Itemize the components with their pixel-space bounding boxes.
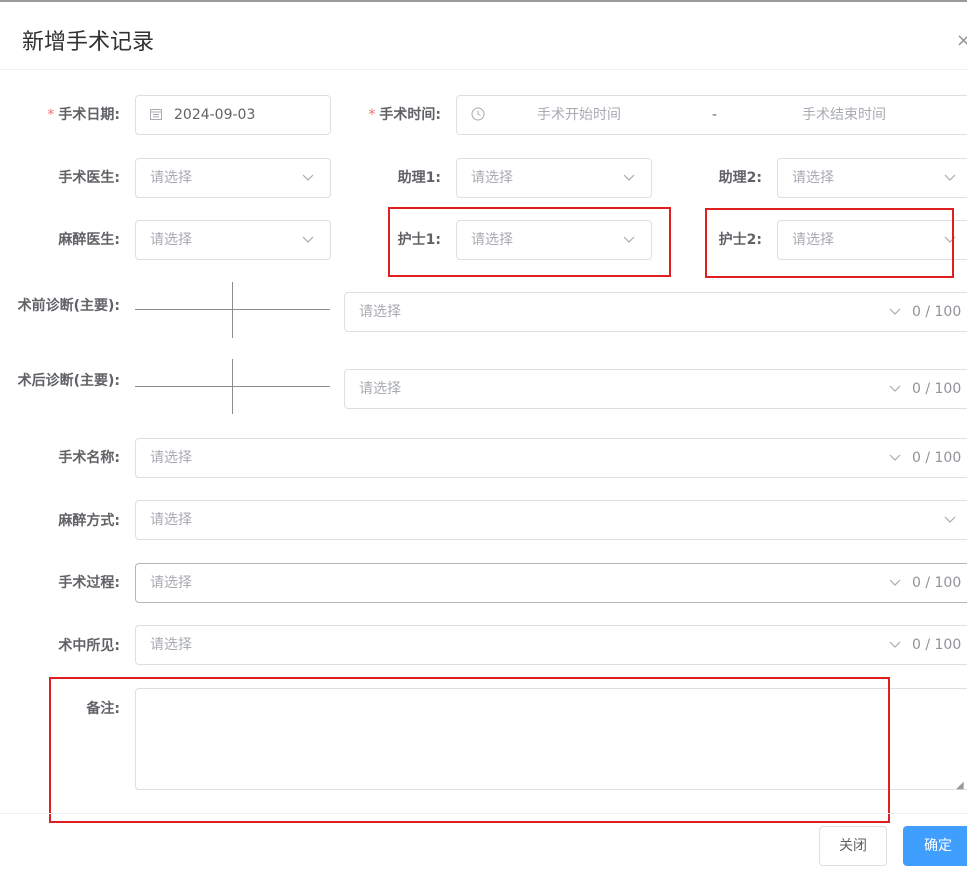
remarks-highlight-box	[49, 677, 890, 823]
surgery-process-select[interactable]: 请选择 0 / 100	[135, 563, 967, 603]
anesthesia-method-label: 麻醉方式:	[58, 513, 120, 529]
preop-diagnosis-select[interactable]: 请选择 0 / 100	[344, 292, 967, 332]
char-counter: 0 / 100	[912, 575, 962, 591]
postop-diagnosis-select[interactable]: 请选择 0 / 100	[344, 369, 967, 409]
surgery-name-select[interactable]: 请选择 0 / 100	[135, 438, 967, 478]
chevron-down-icon	[889, 293, 901, 331]
char-counter: 0 / 100	[912, 637, 962, 653]
surgery-time-label: * 手术时间:	[368, 107, 441, 123]
nurse1-highlight-box	[388, 207, 671, 277]
surgery-name-label: 手术名称:	[58, 450, 120, 466]
chevron-down-icon	[889, 564, 901, 602]
chevron-down-icon	[302, 159, 314, 197]
anesthetist-label: 麻醉医生:	[58, 232, 120, 248]
surgery-process-placeholder: 请选择	[150, 575, 192, 591]
intraop-findings-placeholder: 请选择	[150, 637, 192, 653]
assistant2-select[interactable]: 请选择	[777, 158, 967, 198]
char-counter: 0 / 100	[912, 304, 962, 320]
chevron-down-icon	[944, 159, 956, 197]
chevron-down-icon	[302, 221, 314, 259]
surgery-date-label: * 手术日期:	[47, 107, 120, 123]
empty-placeholder-divider	[232, 359, 233, 414]
surgery-process-label: 手术过程:	[58, 575, 120, 591]
confirm-button[interactable]: 确定	[903, 826, 967, 866]
close-icon[interactable]: ×	[956, 30, 967, 52]
postop-diagnosis-label: 术后诊断(主要):	[17, 373, 120, 389]
surgery-name-placeholder: 请选择	[150, 450, 192, 466]
surgeon-placeholder: 请选择	[150, 170, 192, 186]
clock-icon	[471, 96, 485, 134]
intraop-findings-label: 术中所见:	[58, 638, 120, 654]
anesthetist-select[interactable]: 请选择	[135, 220, 331, 260]
assistant1-label: 助理1:	[397, 170, 441, 186]
required-mark: *	[368, 107, 376, 123]
end-time-placeholder[interactable]: 手术结束时间	[802, 96, 886, 134]
char-counter: 0 / 100	[912, 381, 962, 397]
assistant2-label: 助理2:	[718, 170, 762, 186]
empty-placeholder-divider	[232, 282, 233, 338]
anesthesia-method-placeholder: 请选择	[150, 512, 192, 528]
time-separator: -	[712, 107, 718, 123]
preop-diagnosis-placeholder: 请选择	[359, 304, 401, 320]
chevron-down-icon	[889, 439, 901, 477]
assistant1-placeholder: 请选择	[471, 170, 513, 186]
surgery-date-picker[interactable]: 2024-09-03	[135, 95, 331, 135]
assistant1-select[interactable]: 请选择	[456, 158, 652, 198]
intraop-findings-select[interactable]: 请选择 0 / 100	[135, 625, 967, 665]
surgery-time-range[interactable]: 手术开始时间 - 手术结束时间	[456, 95, 967, 135]
footer-divider	[0, 813, 967, 814]
calendar-icon	[150, 96, 162, 134]
surgery-date-value: 2024-09-03	[174, 107, 256, 123]
chevron-down-icon	[889, 370, 901, 408]
start-time-placeholder[interactable]: 手术开始时间	[537, 96, 621, 134]
close-button[interactable]: 关闭	[819, 826, 887, 866]
surgeon-label: 手术医生:	[58, 170, 120, 186]
surgeon-select[interactable]: 请选择	[135, 158, 331, 198]
assistant2-placeholder: 请选择	[792, 170, 834, 186]
char-counter: 0 / 100	[912, 450, 962, 466]
nurse2-highlight-box	[705, 208, 954, 278]
required-mark: *	[47, 107, 55, 123]
top-border	[0, 0, 967, 2]
chevron-down-icon	[623, 159, 635, 197]
preop-diagnosis-label: 术前诊断(主要):	[17, 298, 120, 314]
header-divider	[0, 69, 967, 70]
resize-handle-icon[interactable]: ◢	[956, 780, 964, 791]
postop-diagnosis-placeholder: 请选择	[359, 381, 401, 397]
dialog-title: 新增手术记录	[22, 30, 155, 55]
chevron-down-icon	[944, 501, 956, 539]
anesthesia-method-select[interactable]: 请选择	[135, 500, 967, 540]
anesthetist-placeholder: 请选择	[150, 232, 192, 248]
chevron-down-icon	[889, 626, 901, 664]
